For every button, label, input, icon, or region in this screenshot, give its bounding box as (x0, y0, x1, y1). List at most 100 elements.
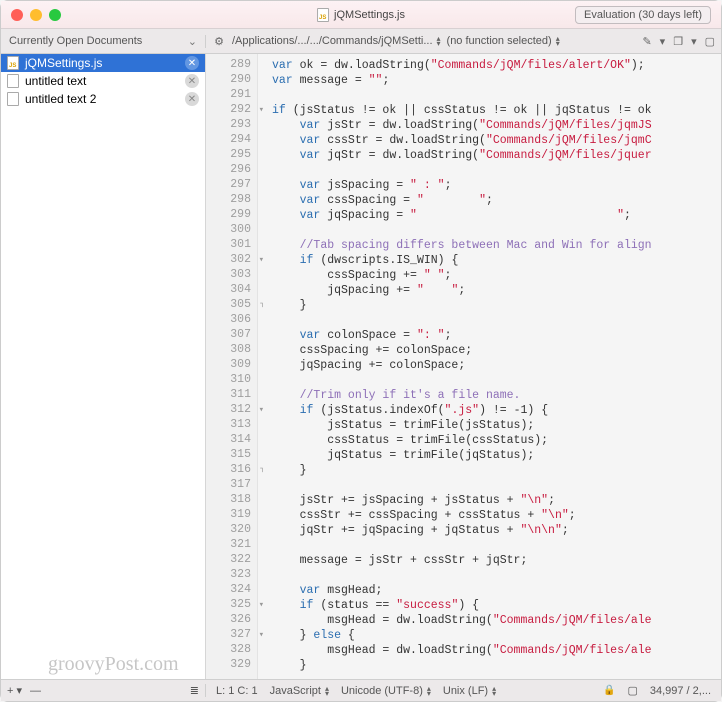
encoding-dropdown[interactable]: Unicode (UTF-8)▴▾ (341, 685, 431, 697)
code-line[interactable]: var msgHead; (272, 583, 721, 598)
chevron-down-icon[interactable]: ▾ (660, 35, 666, 48)
line-number[interactable]: 313 (206, 418, 257, 433)
line-number[interactable]: 310 (206, 373, 257, 388)
line-number[interactable]: 329 (206, 658, 257, 673)
fold-down-icon[interactable]: ▾ (259, 105, 264, 115)
line-number[interactable]: 303 (206, 268, 257, 283)
code-line[interactable] (272, 373, 721, 388)
code-line[interactable]: message = jsStr + cssStr + jqStr; (272, 553, 721, 568)
close-icon[interactable]: ✕ (185, 56, 199, 70)
fold-up-icon[interactable]: ⌐ (256, 302, 266, 307)
code-line[interactable]: jqSpacing += colonSpace; (272, 358, 721, 373)
code-line[interactable]: cssSpacing += colonSpace; (272, 343, 721, 358)
line-number[interactable]: 297 (206, 178, 257, 193)
line-number[interactable]: 308 (206, 343, 257, 358)
code-line[interactable]: var ok = dw.loadString("Commands/jQM/fil… (272, 58, 721, 73)
code-line[interactable]: var jsSpacing = " : "; (272, 178, 721, 193)
stack-icon[interactable]: ❐ (673, 35, 683, 48)
code-line[interactable]: if (dwscripts.IS_WIN) { (272, 253, 721, 268)
code-content[interactable]: var ok = dw.loadString("Commands/jQM/fil… (258, 54, 721, 679)
line-number[interactable]: 290 (206, 73, 257, 88)
function-selector-dropdown[interactable]: (no function selected) ▴▾ (447, 35, 560, 47)
fold-down-icon[interactable]: ▾ (259, 405, 264, 415)
code-line[interactable]: cssStr += cssSpacing + cssStatus + "\n"; (272, 508, 721, 523)
fold-up-icon[interactable]: ⌐ (256, 467, 266, 472)
line-number[interactable]: 323 (206, 568, 257, 583)
chevron-down-icon[interactable]: ▾ (691, 35, 697, 48)
line-number[interactable]: 300 (206, 223, 257, 238)
line-number[interactable]: 324 (206, 583, 257, 598)
line-number[interactable]: 320 (206, 523, 257, 538)
minimize-window-button[interactable] (30, 9, 42, 21)
fold-down-icon[interactable]: ▾ (259, 630, 264, 640)
cursor-position[interactable]: L: 1 C: 1 (216, 685, 258, 697)
code-line[interactable]: var colonSpace = ": "; (272, 328, 721, 343)
editor[interactable]: 289290291292▾293294295296297298299300301… (206, 54, 721, 679)
code-line[interactable]: } else { (272, 628, 721, 643)
maximize-window-button[interactable] (49, 9, 61, 21)
code-line[interactable]: jqStatus = trimFile(jqStatus); (272, 448, 721, 463)
lock-icon[interactable]: 🔒 (603, 685, 615, 696)
line-number[interactable]: 299 (206, 208, 257, 223)
code-line[interactable]: } (272, 658, 721, 673)
code-line[interactable]: var cssSpacing = " "; (272, 193, 721, 208)
code-line[interactable]: jqStr += jqSpacing + jqStatus + "\n\n"; (272, 523, 721, 538)
line-number[interactable]: 298 (206, 193, 257, 208)
close-icon[interactable]: ✕ (185, 74, 199, 88)
code-line[interactable]: var jqSpacing = " "; (272, 208, 721, 223)
code-line[interactable] (272, 223, 721, 238)
new-document-icon[interactable]: ▢ (705, 35, 715, 48)
code-line[interactable]: var jqStr = dw.loadString("Commands/jQM/… (272, 148, 721, 163)
line-number[interactable]: 291 (206, 88, 257, 103)
code-line[interactable]: cssSpacing += " "; (272, 268, 721, 283)
add-button[interactable]: + ▾ (7, 684, 22, 697)
code-line[interactable]: var cssStr = dw.loadString("Commands/jQM… (272, 133, 721, 148)
line-number[interactable]: 325▾ (206, 598, 257, 613)
code-line[interactable]: //Trim only if it's a file name. (272, 388, 721, 403)
language-dropdown[interactable]: JavaScript▴▾ (270, 685, 329, 697)
code-line[interactable] (272, 163, 721, 178)
sidebar-header-dropdown[interactable]: Currently Open Documents ⌄ (1, 35, 206, 48)
line-number[interactable]: 304 (206, 283, 257, 298)
line-number[interactable]: 307 (206, 328, 257, 343)
line-number[interactable]: 317 (206, 478, 257, 493)
code-line[interactable]: jsStatus = trimFile(jsStatus); (272, 418, 721, 433)
line-number[interactable]: 294 (206, 133, 257, 148)
code-line[interactable] (272, 88, 721, 103)
line-number[interactable]: 318 (206, 493, 257, 508)
code-line[interactable]: } (272, 463, 721, 478)
fold-down-icon[interactable]: ▾ (259, 255, 264, 265)
code-line[interactable]: if (status == "success") { (272, 598, 721, 613)
code-line[interactable]: if (jsStatus != ok || cssStatus != ok ||… (272, 103, 721, 118)
sidebar-item[interactable]: jQMSettings.js✕ (1, 54, 205, 72)
line-number[interactable]: 322 (206, 553, 257, 568)
code-line[interactable]: } (272, 298, 721, 313)
code-line[interactable] (272, 313, 721, 328)
line-number[interactable]: 315 (206, 448, 257, 463)
line-number[interactable]: 309 (206, 358, 257, 373)
code-line[interactable]: msgHead = dw.loadString("Commands/jQM/fi… (272, 613, 721, 628)
gear-icon[interactable]: ⚙ (212, 34, 226, 48)
code-line[interactable]: jqSpacing += " "; (272, 283, 721, 298)
line-number[interactable]: 301 (206, 238, 257, 253)
evaluation-badge[interactable]: Evaluation (30 days left) (575, 6, 711, 24)
line-number[interactable]: 321 (206, 538, 257, 553)
sidebar-item[interactable]: untitled text✕ (1, 72, 205, 90)
line-number[interactable]: 306 (206, 313, 257, 328)
line-number[interactable]: 319 (206, 508, 257, 523)
line-number[interactable]: 289 (206, 58, 257, 73)
list-icon[interactable]: ≣ (190, 684, 199, 697)
line-number[interactable]: 314 (206, 433, 257, 448)
line-number[interactable]: 295 (206, 148, 257, 163)
line-number[interactable]: 316⌐ (206, 463, 257, 478)
line-number[interactable]: 326 (206, 613, 257, 628)
code-line[interactable] (272, 538, 721, 553)
code-line[interactable]: jsStr += jsSpacing + jsStatus + "\n"; (272, 493, 721, 508)
code-line[interactable]: msgHead = dw.loadString("Commands/jQM/fi… (272, 643, 721, 658)
remove-button[interactable]: — (30, 685, 41, 697)
line-number[interactable]: 305⌐ (206, 298, 257, 313)
code-line[interactable] (272, 478, 721, 493)
line-endings-dropdown[interactable]: Unix (LF)▴▾ (443, 685, 496, 697)
line-number[interactable]: 292▾ (206, 103, 257, 118)
line-number[interactable]: 312▾ (206, 403, 257, 418)
